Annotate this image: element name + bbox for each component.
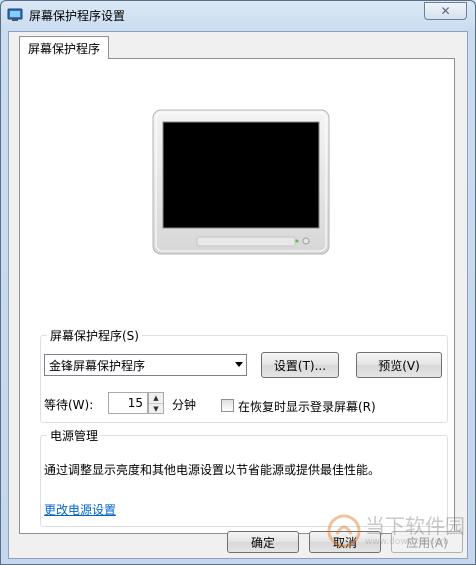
screensaver-app-icon	[7, 8, 23, 21]
resume-logon-checkbox[interactable]	[221, 399, 234, 412]
tab-screensaver[interactable]: 屏幕保护程序	[19, 36, 110, 59]
settings-button[interactable]: 设置(T)...	[261, 352, 339, 378]
change-power-settings-link[interactable]: 更改电源设置	[44, 501, 116, 518]
wait-minutes-input[interactable]: 15	[108, 392, 148, 414]
screensaver-select-value: 金锋屏幕保护程序	[49, 358, 146, 373]
screensaver-group-label: 屏幕保护程序(S)	[50, 329, 139, 343]
dialog-body: 屏幕保护程序 屏幕保护程序(S) 金锋屏幕保护程序 设置(T)... 预览(V)…	[8, 31, 468, 559]
screensaver-select[interactable]: 金锋屏幕保护程序	[44, 354, 247, 376]
dialog-window: 屏幕保护程序设置 ✕ 屏幕保护程序 屏幕保护程序(S) 金锋屏幕保护程序 设置(…	[0, 0, 476, 565]
wait-label: 等待(W):	[44, 398, 94, 412]
apply-button: 应用(A)	[391, 531, 463, 553]
ok-button[interactable]: 确定	[227, 531, 299, 553]
close-icon: ✕	[440, 4, 451, 18]
cancel-button[interactable]: 取消	[309, 531, 381, 553]
spin-up-icon[interactable]: ▲	[149, 393, 163, 403]
spin-down-icon[interactable]: ▼	[149, 403, 163, 413]
window-title: 屏幕保护程序设置	[29, 9, 126, 23]
title-bar[interactable]: 屏幕保护程序设置 ✕	[1, 1, 475, 29]
tab-page-screensaver: 屏幕保护程序(S) 金锋屏幕保护程序 设置(T)... 预览(V) 等待(W):…	[19, 58, 455, 534]
monitor-preview-icon	[152, 109, 330, 255]
resume-logon-label[interactable]: 在恢复时显示登录屏幕(R)	[238, 398, 376, 415]
preview-button[interactable]: 预览(V)	[356, 352, 442, 378]
chevron-down-icon	[235, 362, 243, 367]
wait-unit-label: 分钟	[172, 398, 197, 412]
wait-minutes-stepper[interactable]: ▲ ▼	[148, 392, 164, 414]
power-description: 通过调整显示亮度和其他电源设置以节省能源或提供最佳性能。	[44, 463, 381, 477]
power-group-label: 电源管理	[50, 429, 99, 443]
close-button[interactable]: ✕	[424, 2, 467, 20]
